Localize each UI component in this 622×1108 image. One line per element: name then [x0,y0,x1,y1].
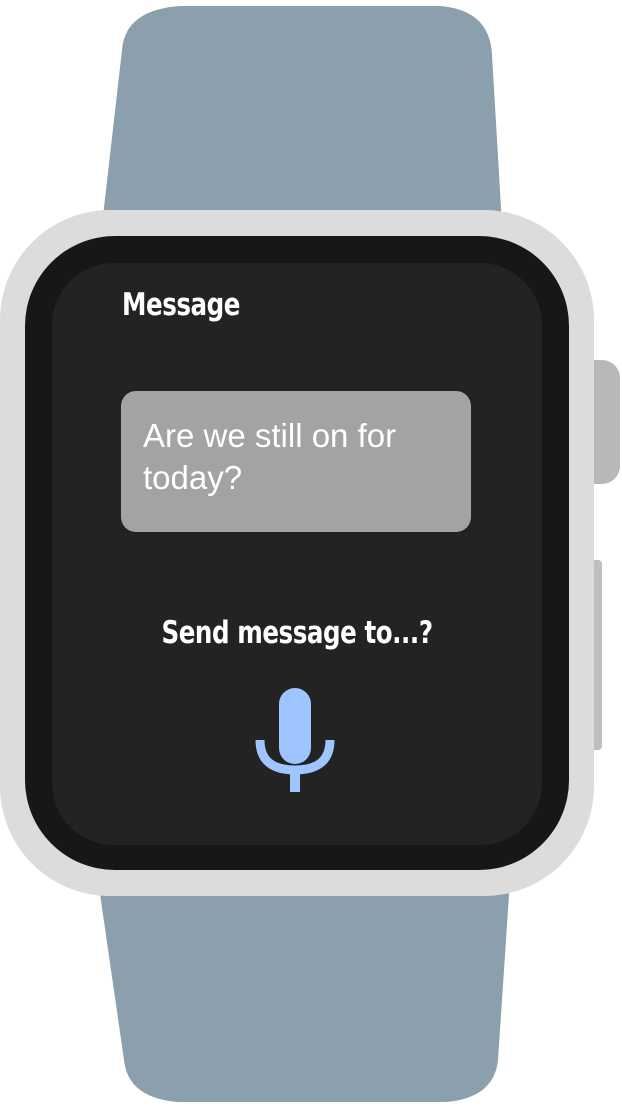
app-title: Message [122,287,241,323]
microphone-button[interactable] [248,678,344,796]
screen-content: Message Are we still on for today? Send … [52,263,542,845]
send-prompt-label: Send message to...? [161,615,433,651]
watch-band-top [102,6,502,225]
watch-stage: Message Are we still on for today? Send … [0,0,622,1108]
message-text: Are we still on for today? [143,417,397,496]
send-prompt: Send message to...? [52,615,542,651]
microphone-icon [255,688,335,792]
message-bubble: Are we still on for today? [121,391,471,532]
watch-band-bottom [98,880,510,1102]
